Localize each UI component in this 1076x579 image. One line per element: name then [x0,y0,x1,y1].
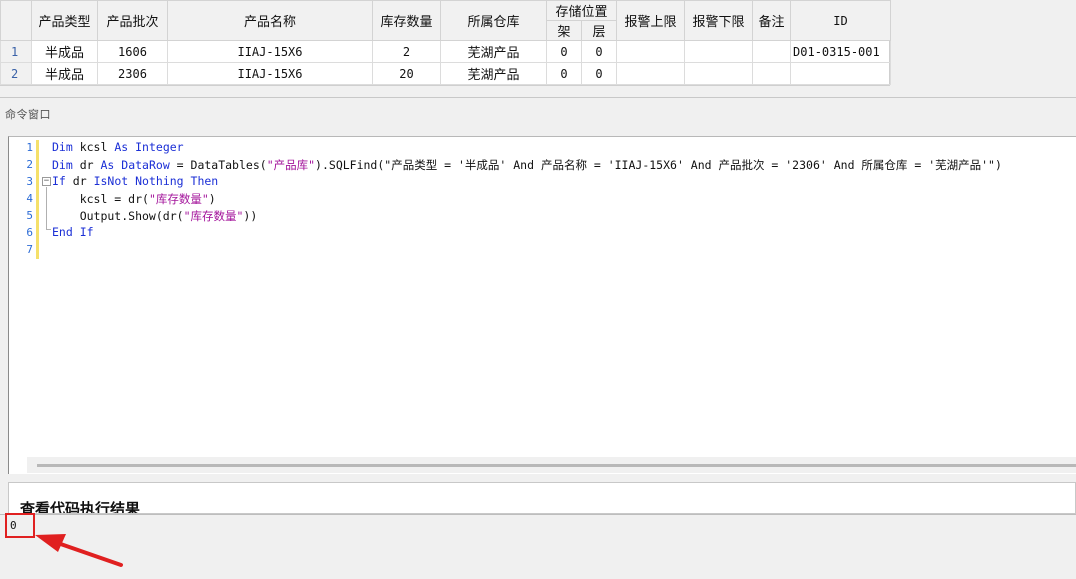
data-table: 产品类型 产品批次 产品名称 库存数量 所属仓库 存储位置 报警上限 报警下限 … [0,0,892,85]
code-text: Output.Show(dr( [52,209,184,223]
col-header-alarm-lower[interactable]: 报警下限 [684,0,754,41]
code-text: kcsl [72,140,115,154]
code-line-2[interactable]: Dim dr As DataRow = DataTables("产品库").SQ… [52,157,1002,173]
fold-toggle-icon[interactable]: − [42,177,51,186]
cell-warehouse[interactable]: 芜湖产品 [440,62,547,85]
keyword: As [114,140,129,154]
col-header-product-type[interactable]: 产品类型 [31,0,98,41]
cell-alarm-upper[interactable] [616,40,686,63]
col-header-stock-qty[interactable]: 库存数量 [372,0,441,41]
string-literal: "库存数量" [183,209,244,223]
keyword: If [79,225,94,239]
keyword: Then [190,174,219,188]
keyword: IsNot [93,174,129,188]
row-number[interactable]: 1 [0,40,32,63]
line-number-gutter: 1 2 3 4 5 6 7 [9,137,37,257]
line-number: 2 [26,158,33,171]
keyword: DataRow [121,158,170,172]
cell-alarm-lower[interactable] [684,40,754,63]
keyword: Dim [52,140,73,154]
cell-alarm-lower[interactable] [684,62,754,85]
code-editor[interactable]: 1 2 3 4 5 6 7 − Dim kcsl As Integer Dim … [8,136,1076,474]
row-number[interactable]: 2 [0,62,32,85]
code-text: ).SQLFind("产品类型 = '半成品' And 产品名称 = 'IIAJ… [315,158,1002,172]
code-line-1[interactable]: Dim kcsl As Integer [52,140,184,154]
row-header-corner[interactable] [0,0,32,41]
cell-remark[interactable] [752,62,792,85]
command-window-title: 命令窗口 [5,108,51,121]
cell-stock-qty[interactable]: 20 [372,62,441,85]
cell-product-type[interactable]: 半成品 [31,40,98,63]
code-line-3[interactable]: If dr IsNot Nothing Then [52,174,218,188]
code-text: ) [208,192,216,206]
code-text: )) [243,209,258,223]
line-number: 7 [26,243,33,256]
scrollbar-thumb[interactable] [37,464,1076,467]
cell-alarm-upper[interactable] [616,62,686,85]
code-line-5[interactable]: Output.Show(dr("库存数量")) [52,208,258,224]
line-number: 3 [26,175,33,188]
col-header-alarm-upper[interactable]: 报警上限 [616,0,686,41]
cell-batch[interactable]: 1606 [97,40,168,63]
result-heading: 查看代码执行结果 [20,500,141,514]
code-line-6[interactable]: End If [52,225,94,239]
string-literal: "产品库" [266,158,316,172]
col-header-batch[interactable]: 产品批次 [97,0,168,41]
code-text: dr [72,158,101,172]
change-marker-bar [36,140,39,259]
code-line-4[interactable]: kcsl = dr("库存数量") [52,191,216,207]
fold-guide-end [46,229,51,230]
output-area[interactable]: 0 [0,514,1076,579]
line-number: 4 [26,192,33,205]
fold-guide-line [46,187,47,229]
cell-shelf[interactable]: 0 [546,40,582,63]
cell-batch[interactable]: 2306 [97,62,168,85]
cell-product-name[interactable]: IIAJ-15X6 [167,40,373,63]
cell-product-type[interactable]: 半成品 [31,62,98,85]
highlight-box [5,513,35,538]
cell-id[interactable] [790,62,892,85]
keyword: If [52,174,66,188]
app-window: 产品类型 产品批次 产品名称 库存数量 所属仓库 存储位置 报警上限 报警下限 … [0,0,1076,579]
cell-layer[interactable]: 0 [580,40,618,63]
cell-remark[interactable] [752,40,792,63]
data-grid: 产品类型 产品批次 产品名称 库存数量 所属仓库 存储位置 报警上限 报警下限 … [0,0,892,86]
keyword: End [52,225,73,239]
table-row[interactable]: 2 半成品 2306 IIAJ-15X6 20 芜湖产品 0 0 [0,62,892,85]
cell-stock-qty[interactable]: 2 [372,40,441,63]
col-header-remark[interactable]: 备注 [752,0,792,41]
keyword: Dim [52,158,73,172]
keyword: Nothing [135,174,184,188]
command-window-header: 命令窗口 [0,97,1076,127]
col-header-warehouse[interactable]: 所属仓库 [440,0,547,41]
line-number: 5 [26,209,33,222]
code-text: kcsl = dr( [52,192,149,206]
string-literal: "库存数量" [148,192,209,206]
col-header-layer[interactable]: 层 [580,20,618,41]
col-header-product-name[interactable]: 产品名称 [167,0,373,41]
cell-id[interactable]: D01-0315-001 [790,40,892,63]
horizontal-scrollbar[interactable] [27,457,1076,473]
table-row[interactable]: 1 半成品 1606 IIAJ-15X6 2 芜湖产品 0 0 D01-0315… [0,40,892,63]
cell-layer[interactable]: 0 [580,62,618,85]
cell-warehouse[interactable]: 芜湖产品 [440,40,547,63]
code-text: dr [65,174,94,188]
col-header-id[interactable]: ID [790,0,892,41]
cell-shelf[interactable]: 0 [546,62,582,85]
keyword: As [100,158,115,172]
result-panel: 查看代码执行结果 [8,482,1076,514]
cell-product-name[interactable]: IIAJ-15X6 [167,62,373,85]
col-header-shelf[interactable]: 架 [546,20,582,41]
line-number: 6 [26,226,33,239]
col-header-storage-location[interactable]: 存储位置 [545,0,618,21]
keyword: Integer [135,140,184,154]
code-text: = DataTables( [169,158,267,172]
line-number: 1 [26,141,33,154]
